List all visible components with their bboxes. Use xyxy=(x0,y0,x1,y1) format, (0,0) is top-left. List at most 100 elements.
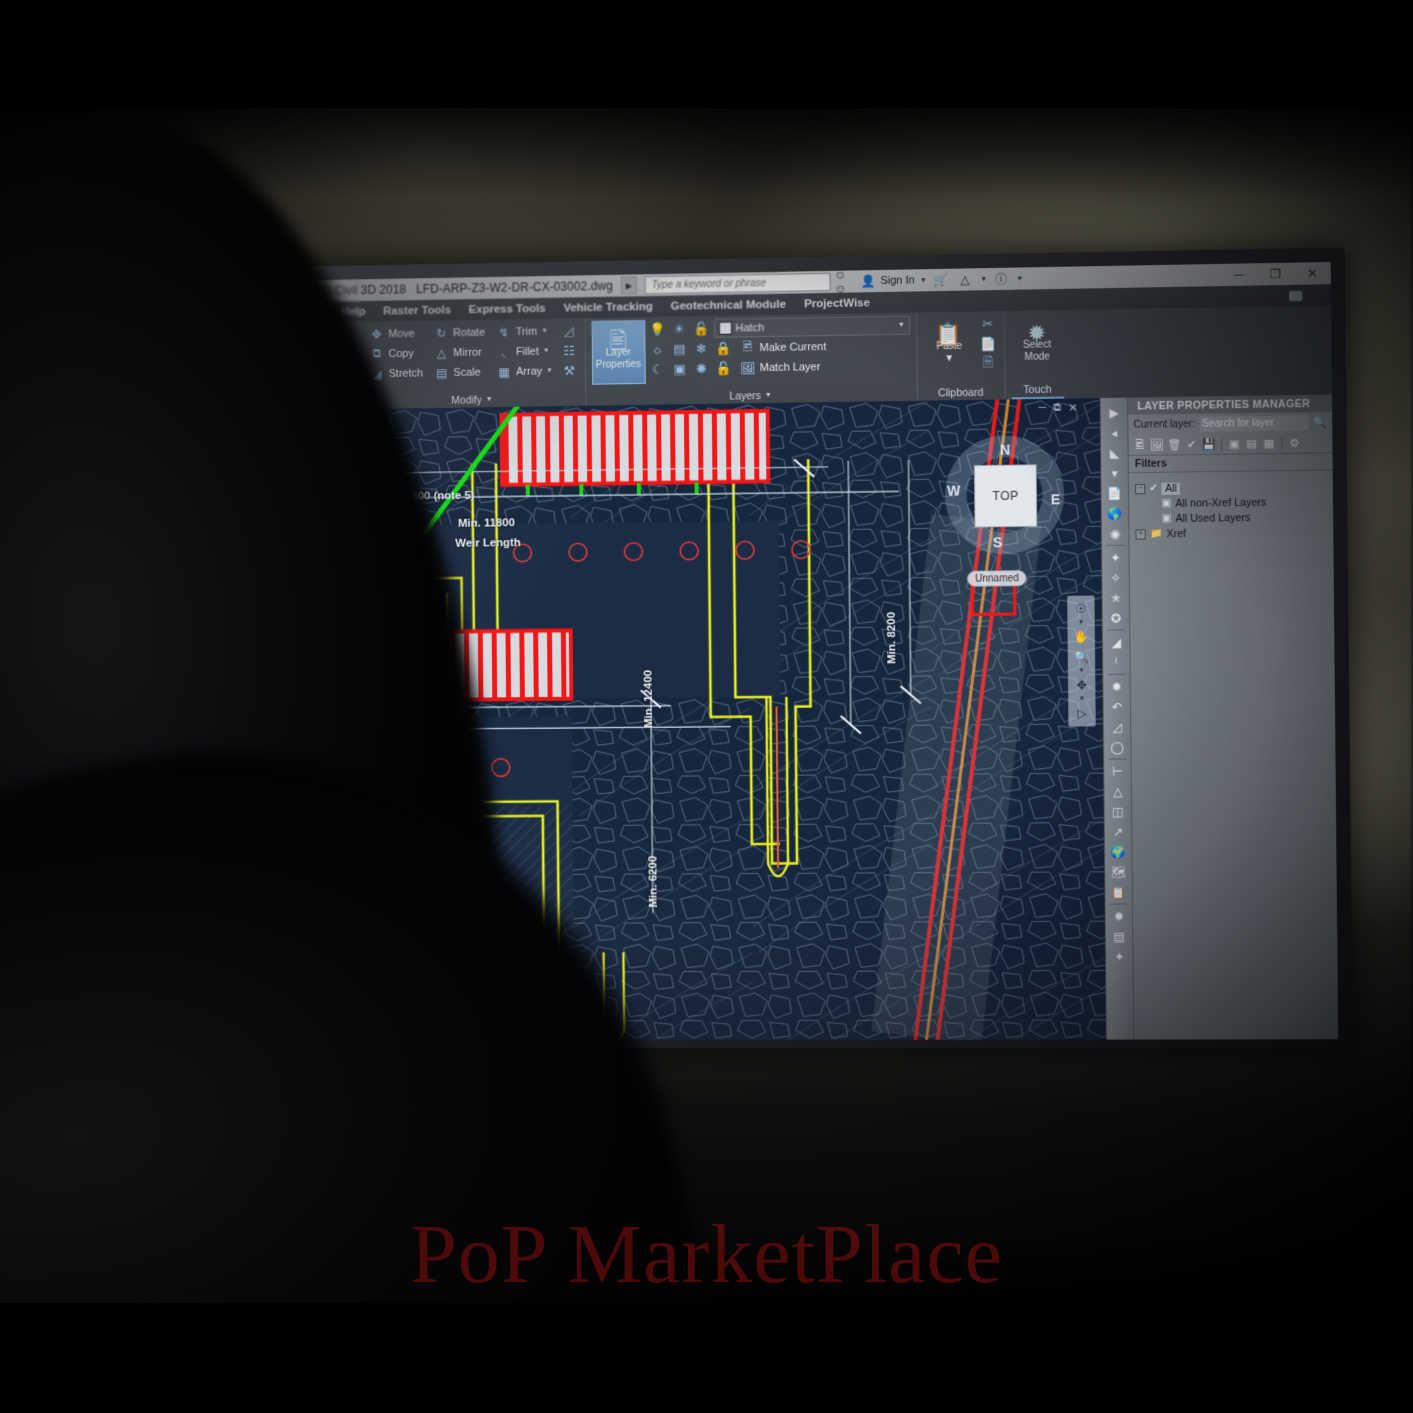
layer-properties-button[interactable]: 🖹 Layer Properties xyxy=(591,320,645,385)
array-dropdown-icon[interactable]: ▼ xyxy=(546,361,553,380)
lpm-settings-icon[interactable]: ⚙ xyxy=(1287,435,1301,450)
lpm-new-layer-icon[interactable]: 🖻 xyxy=(1133,437,1147,452)
zoom-icon[interactable]: 🔍 xyxy=(1071,648,1091,666)
select-mode-button[interactable]: ✹ Select Mode xyxy=(1010,313,1063,376)
navigation-bar[interactable]: ☉ ▼ ✋ 🔍 ▼ ✥ ▼ ▷ xyxy=(1067,595,1096,726)
quick-select-icon[interactable]: ◂ xyxy=(1104,423,1124,442)
lpm-set-current-icon[interactable]: ✔ xyxy=(1184,436,1198,451)
rotate-button[interactable]: ↻ Rotate xyxy=(429,323,489,343)
layer-unlock-icon[interactable]: 🔓 xyxy=(692,319,711,338)
section-edit-icon[interactable]: △ xyxy=(1107,782,1127,801)
autodesk-store-cart-icon[interactable]: 🛒 xyxy=(931,271,951,289)
user-avatar-icon[interactable]: 👤 xyxy=(858,272,878,290)
surface-slope-icon[interactable]: ◢ xyxy=(1106,632,1126,651)
layer-unlock-all-icon[interactable]: 🔓 xyxy=(714,359,733,378)
modify-panel-chevron-icon[interactable]: ▼ xyxy=(486,396,493,403)
minimize-button[interactable]: ─ xyxy=(1220,263,1257,286)
help-chevron-down-icon[interactable]: ▼ xyxy=(1016,275,1023,282)
point-marker-icon[interactable]: ✦ xyxy=(1105,548,1125,567)
autodesk-app-icon[interactable]: △ xyxy=(955,270,975,288)
menu-item-vehicle-tracking[interactable]: Vehicle Tracking xyxy=(563,300,653,313)
layer-freeze-icon[interactable]: ❄ xyxy=(692,339,711,358)
lpm-tree-item-xref[interactable]: + 📁 Xref xyxy=(1135,524,1329,541)
workspace-chip-icon[interactable] xyxy=(1289,290,1302,300)
copy-clip-icon[interactable]: 📄 xyxy=(978,334,997,353)
layer-lock-icon[interactable]: 🔒 xyxy=(714,339,733,358)
lpm-group-filter-icon[interactable]: ▤ xyxy=(1244,436,1258,451)
menu-item-projectwise[interactable]: ProjectWise xyxy=(804,297,870,310)
section-view-icon[interactable]: ⊢ xyxy=(1107,761,1127,780)
lpm-layer-states-icon[interactable]: ▦ xyxy=(1262,435,1276,450)
lpm-search-input[interactable]: Search for layer xyxy=(1199,415,1309,432)
fillet-dropdown-icon[interactable]: ▼ xyxy=(543,342,550,361)
report-icon[interactable]: 📋 xyxy=(1108,882,1128,901)
array-button[interactable]: ▦ Array ▼ xyxy=(492,361,557,381)
infocenter-icon[interactable]: ☺☺ xyxy=(834,272,854,290)
menu-item-raster-tools[interactable]: Raster Tools xyxy=(383,304,451,317)
lpm-new-vp-frozen-icon[interactable]: 🖼 xyxy=(1150,437,1164,452)
pipe-network-icon[interactable]: ⁽ xyxy=(1106,653,1126,672)
help-search-input[interactable] xyxy=(649,275,825,291)
close-button[interactable]: ✕ xyxy=(1294,262,1331,285)
funnel-filter-icon[interactable]: ▾ xyxy=(1104,463,1124,482)
app-chevron-down-icon[interactable]: ▼ xyxy=(980,276,987,283)
restore-button[interactable]: ❐ xyxy=(1257,263,1294,286)
properties-panel-icon[interactable]: ▤ xyxy=(1109,927,1129,946)
showmotion-icon[interactable]: ▷ xyxy=(1072,704,1092,722)
match-layer-button[interactable]: 🖼 Match Layer xyxy=(736,357,825,377)
menu-item-geotechnical-module[interactable]: Geotechnical Module xyxy=(671,298,787,312)
corridor-icon[interactable]: ◯ xyxy=(1107,737,1127,756)
point-group-icon[interactable]: ✭ xyxy=(1106,588,1126,607)
pan-hand-icon[interactable]: ✋ xyxy=(1071,628,1091,646)
tree-expander-icon[interactable]: − xyxy=(1135,484,1145,494)
sign-in-button[interactable]: Sign In xyxy=(880,274,915,287)
paste-button[interactable]: 📋 Paste ▼ xyxy=(923,315,976,378)
layer-combo-chevron-down-icon[interactable]: ▼ xyxy=(898,322,905,329)
alignment-icon[interactable]: ↶ xyxy=(1107,697,1127,716)
layer-freeze-sun-icon[interactable]: ☀ xyxy=(670,319,689,338)
layers-panel-chevron-icon[interactable]: ▼ xyxy=(765,392,772,399)
unnamed-view-label[interactable]: Unnamed xyxy=(967,570,1027,587)
mirror-button[interactable]: △ Mirror xyxy=(430,343,490,363)
lpm-new-filter-icon[interactable]: ▣ xyxy=(1227,436,1241,451)
workspace-chevron-down-icon[interactable]: ▼ xyxy=(1312,292,1319,299)
sign-in-chevron-down-icon[interactable]: ▼ xyxy=(920,277,927,284)
help-search-box[interactable] xyxy=(644,273,830,294)
tree-expander-xref-icon[interactable]: + xyxy=(1135,529,1145,539)
grading-icon[interactable]: ✹ xyxy=(1106,677,1126,696)
zoom-chevron-icon[interactable]: ▼ xyxy=(1079,668,1085,674)
menu-item-express-tools[interactable]: Express Tools xyxy=(469,302,546,315)
move-button[interactable]: ✥ Move xyxy=(365,324,427,344)
steering-wheel-icon[interactable]: ☉ xyxy=(1071,600,1091,618)
viewport-close-button[interactable]: ✕ xyxy=(1068,401,1077,414)
select-similar-icon[interactable]: ▶ xyxy=(1104,403,1124,422)
offset-icon[interactable]: ☷ xyxy=(560,341,579,360)
paste-special-icon[interactable]: 🗎 xyxy=(979,354,998,373)
volume-icon[interactable]: ◫ xyxy=(1108,802,1128,821)
globe-surface-icon[interactable]: 🌎 xyxy=(1105,503,1125,522)
scale-button[interactable]: ▤ Scale xyxy=(430,362,490,382)
profile-icon[interactable]: ◿ xyxy=(1107,717,1127,736)
break-icon[interactable]: ⚒ xyxy=(560,361,579,380)
lpm-delete-layer-icon[interactable]: 🗑 xyxy=(1167,437,1181,452)
viewport-restore-button[interactable]: ⧉ xyxy=(1053,402,1061,415)
survey-icon[interactable]: 🗺 xyxy=(1108,862,1128,881)
trim-button[interactable]: ↯ Trim ▼ xyxy=(492,322,557,342)
point-label-icon[interactable]: ✧ xyxy=(1105,568,1125,587)
layer-off-icon[interactable]: ☼ xyxy=(648,340,667,359)
layer-unisolate-icon[interactable]: ✺ xyxy=(692,359,711,378)
fillet-button[interactable]: ◟ Fillet ▼ xyxy=(492,341,557,361)
orbit-chevron-icon[interactable]: ▼ xyxy=(1079,696,1085,702)
make-current-button[interactable]: 🖻 Make Current xyxy=(736,337,831,358)
sphere-icon[interactable]: ◉ xyxy=(1105,524,1125,543)
lpm-magnifier-icon[interactable]: 🔍 xyxy=(1313,415,1327,428)
trim-dropdown-icon[interactable]: ▼ xyxy=(541,322,548,341)
help-question-icon[interactable]: ⓘ xyxy=(991,270,1011,288)
layer-isolate-icon[interactable]: ▤ xyxy=(670,339,689,358)
cut-icon[interactable]: ✂ xyxy=(978,314,997,333)
orbit-icon[interactable]: ✥ xyxy=(1071,676,1091,694)
earth-icon[interactable]: 🌍 xyxy=(1108,842,1128,861)
layer-on-bulb-icon[interactable]: 💡 xyxy=(648,320,667,339)
lpm-save-state-icon[interactable]: 💾 xyxy=(1202,436,1216,451)
toolspace-icon[interactable]: ✦ xyxy=(1109,947,1129,966)
